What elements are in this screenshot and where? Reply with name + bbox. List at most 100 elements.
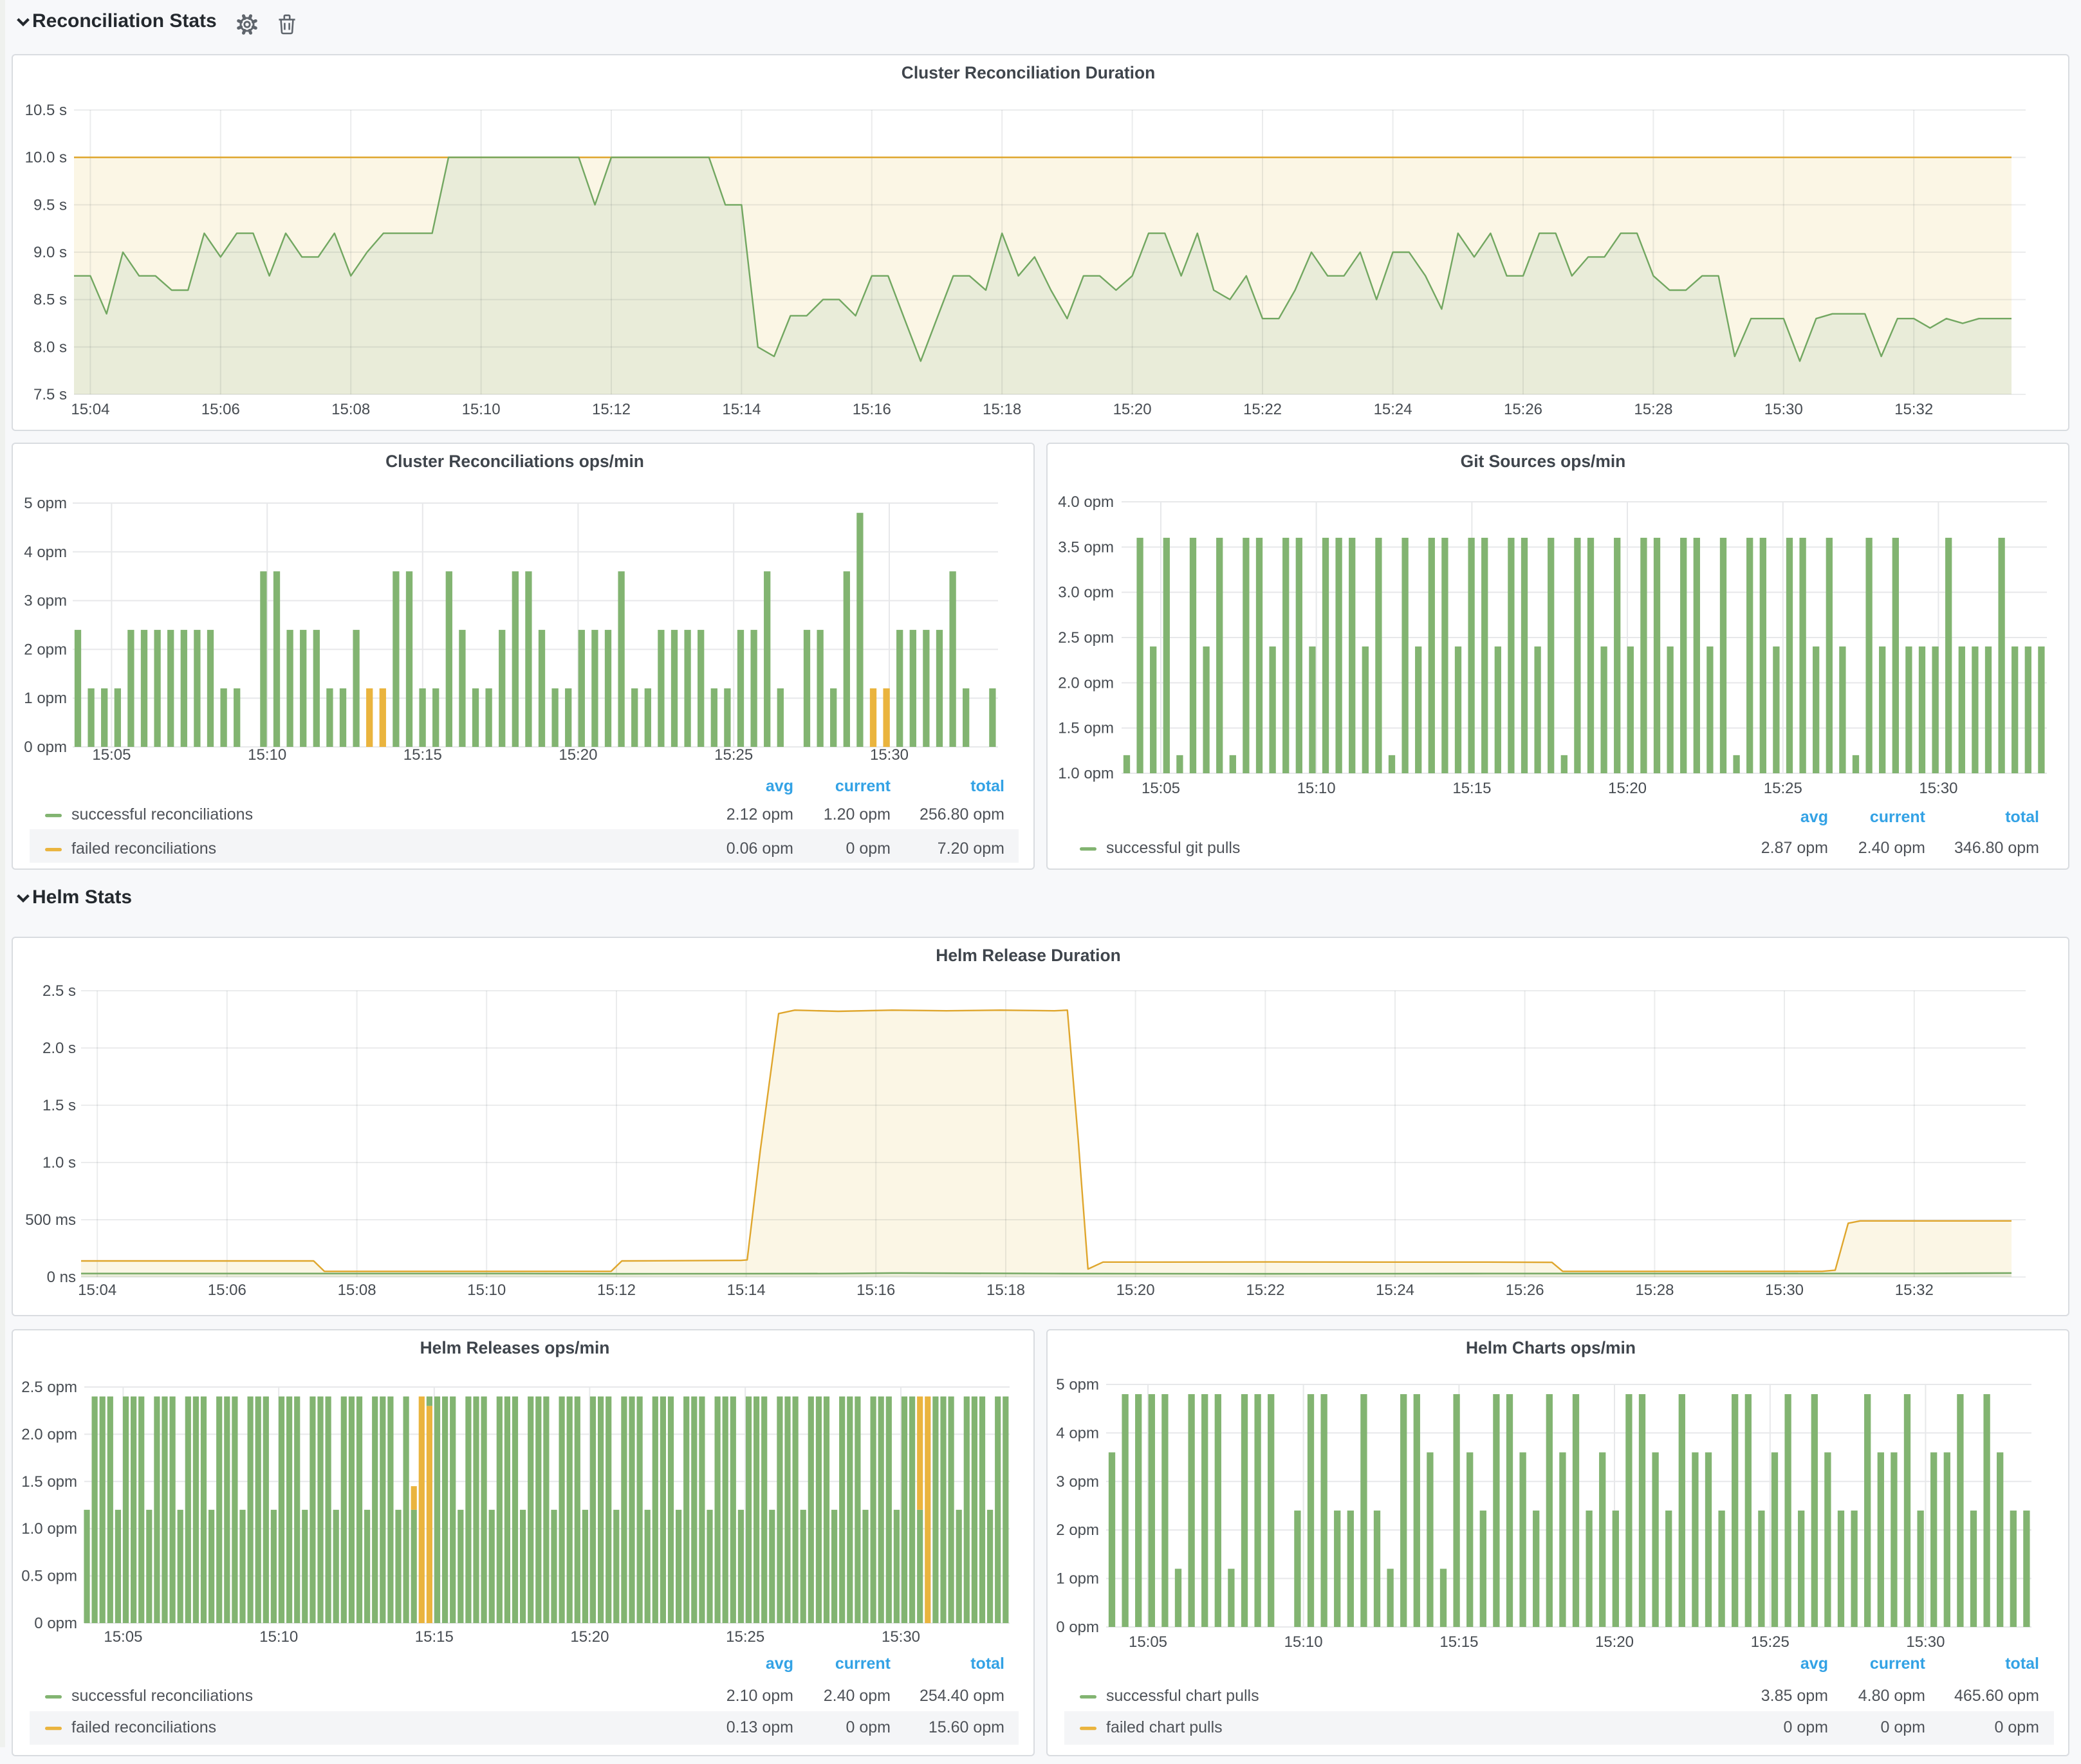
svg-text:2.5 opm: 2.5 opm xyxy=(21,1378,77,1395)
svg-text:15:28: 15:28 xyxy=(1634,400,1672,418)
svg-text:15:30: 15:30 xyxy=(1919,779,1957,796)
svg-text:2.0 opm: 2.0 opm xyxy=(1058,674,1114,691)
svg-text:15:22: 15:22 xyxy=(1243,400,1282,418)
svg-text:15:20: 15:20 xyxy=(559,746,597,763)
svg-text:465.60 opm: 465.60 opm xyxy=(1954,1686,2039,1704)
svg-text:1 opm: 1 opm xyxy=(1056,1570,1099,1587)
svg-text:7.5 s: 7.5 s xyxy=(33,385,67,403)
svg-text:successful reconciliations: successful reconciliations xyxy=(71,1686,253,1704)
svg-text:15:24: 15:24 xyxy=(1376,1281,1414,1298)
svg-text:7.20 opm: 7.20 opm xyxy=(938,839,1004,857)
svg-text:0 opm: 0 opm xyxy=(34,1614,77,1631)
svg-text:15:30: 15:30 xyxy=(1906,1633,1945,1650)
svg-text:1.0 opm: 1.0 opm xyxy=(1058,764,1114,782)
svg-text:2.87 opm: 2.87 opm xyxy=(1761,838,1828,856)
svg-text:total: total xyxy=(970,1654,1004,1672)
svg-text:Helm Release Duration: Helm Release Duration xyxy=(936,945,1120,964)
svg-text:0.13 opm: 0.13 opm xyxy=(726,1718,793,1736)
svg-text:2 opm: 2 opm xyxy=(1056,1521,1099,1538)
svg-text:current: current xyxy=(835,776,891,795)
svg-text:2.0 s: 2.0 s xyxy=(42,1039,76,1056)
svg-text:15:15: 15:15 xyxy=(415,1628,454,1645)
svg-text:failed chart pulls: failed chart pulls xyxy=(1106,1718,1223,1736)
svg-text:15:30: 15:30 xyxy=(882,1628,920,1645)
svg-text:346.80 opm: 346.80 opm xyxy=(1954,838,2039,856)
svg-text:Cluster Reconciliation Duratio: Cluster Reconciliation Duration xyxy=(902,62,1155,82)
svg-text:Helm Charts ops/min: Helm Charts ops/min xyxy=(1466,1337,1636,1357)
svg-text:1.0 opm: 1.0 opm xyxy=(21,1520,77,1537)
svg-text:1.0 s: 1.0 s xyxy=(42,1153,76,1171)
svg-text:15:04: 15:04 xyxy=(78,1281,116,1298)
svg-text:15:05: 15:05 xyxy=(92,746,131,763)
svg-text:Cluster Reconciliations ops/mi: Cluster Reconciliations ops/min xyxy=(385,451,644,470)
svg-text:2.12 opm: 2.12 opm xyxy=(726,805,793,823)
svg-text:successful chart pulls: successful chart pulls xyxy=(1106,1686,1259,1704)
svg-text:15:10: 15:10 xyxy=(467,1281,506,1298)
svg-text:avg: avg xyxy=(1800,1654,1828,1672)
svg-text:1.5 opm: 1.5 opm xyxy=(1058,719,1114,737)
svg-text:1 opm: 1 opm xyxy=(24,689,67,706)
svg-text:15:06: 15:06 xyxy=(208,1281,246,1298)
svg-text:current: current xyxy=(835,1654,891,1672)
svg-text:0 ns: 0 ns xyxy=(47,1268,76,1285)
svg-text:15:18: 15:18 xyxy=(983,400,1021,418)
svg-text:15:05: 15:05 xyxy=(1129,1633,1167,1650)
svg-text:successful git pulls: successful git pulls xyxy=(1106,838,1240,856)
svg-text:15:10: 15:10 xyxy=(462,400,501,418)
svg-text:0 opm: 0 opm xyxy=(24,738,67,755)
svg-text:0 opm: 0 opm xyxy=(1995,1718,2039,1736)
svg-text:2.0 opm: 2.0 opm xyxy=(21,1425,77,1442)
svg-text:15:28: 15:28 xyxy=(1635,1281,1674,1298)
svg-text:15:16: 15:16 xyxy=(853,400,891,418)
svg-text:15:25: 15:25 xyxy=(1764,779,1802,796)
svg-text:15:12: 15:12 xyxy=(597,1281,636,1298)
svg-text:2.5 s: 2.5 s xyxy=(42,982,76,999)
svg-text:10.0 s: 10.0 s xyxy=(25,149,67,166)
svg-text:15:20: 15:20 xyxy=(1595,1633,1634,1650)
svg-text:0 opm: 0 opm xyxy=(1881,1718,1925,1736)
svg-text:4 opm: 4 opm xyxy=(24,543,67,560)
svg-text:0 opm: 0 opm xyxy=(846,1718,891,1736)
svg-text:successful reconciliations: successful reconciliations xyxy=(71,805,253,823)
svg-text:total: total xyxy=(970,776,1004,795)
svg-text:3 opm: 3 opm xyxy=(1056,1473,1099,1490)
svg-text:15:30: 15:30 xyxy=(1764,400,1803,418)
svg-text:0.06 opm: 0.06 opm xyxy=(726,839,793,857)
svg-text:3.85 opm: 3.85 opm xyxy=(1761,1686,1828,1704)
svg-text:4.80 opm: 4.80 opm xyxy=(1858,1686,1925,1704)
svg-text:8.0 s: 8.0 s xyxy=(33,338,67,355)
svg-text:5 opm: 5 opm xyxy=(1056,1375,1099,1393)
svg-text:15:22: 15:22 xyxy=(1246,1281,1284,1298)
svg-text:254.40 opm: 254.40 opm xyxy=(920,1686,1004,1704)
svg-text:8.5 s: 8.5 s xyxy=(33,291,67,308)
svg-text:15:32: 15:32 xyxy=(1895,1281,1934,1298)
svg-text:3.0 opm: 3.0 opm xyxy=(1058,583,1114,601)
svg-text:1.5 opm: 1.5 opm xyxy=(21,1473,77,1490)
svg-text:9.5 s: 9.5 s xyxy=(33,196,67,213)
svg-text:2.40 opm: 2.40 opm xyxy=(824,1686,891,1704)
svg-text:15:05: 15:05 xyxy=(1142,779,1180,796)
svg-text:15:20: 15:20 xyxy=(1116,1281,1155,1298)
svg-text:15.60 opm: 15.60 opm xyxy=(929,1718,1004,1736)
svg-text:500 ms: 500 ms xyxy=(25,1211,76,1228)
svg-text:15:30: 15:30 xyxy=(870,746,909,763)
svg-text:15:16: 15:16 xyxy=(856,1281,895,1298)
svg-text:15:25: 15:25 xyxy=(1751,1633,1790,1650)
svg-text:Git Sources ops/min: Git Sources ops/min xyxy=(1461,451,1626,470)
svg-text:2 opm: 2 opm xyxy=(24,640,67,657)
svg-text:total: total xyxy=(2005,1654,2039,1672)
svg-text:15:10: 15:10 xyxy=(259,1628,298,1645)
svg-text:15:26: 15:26 xyxy=(1504,400,1542,418)
svg-text:Helm Releases ops/min: Helm Releases ops/min xyxy=(420,1337,610,1357)
svg-text:0.5 opm: 0.5 opm xyxy=(21,1567,77,1585)
svg-text:3.5 opm: 3.5 opm xyxy=(1058,538,1114,555)
svg-text:failed reconciliations: failed reconciliations xyxy=(71,839,216,857)
svg-text:4.0 opm: 4.0 opm xyxy=(1058,493,1114,510)
svg-text:15:18: 15:18 xyxy=(986,1281,1025,1298)
svg-text:256.80 opm: 256.80 opm xyxy=(920,805,1004,823)
svg-text:15:05: 15:05 xyxy=(104,1628,142,1645)
svg-text:15:20: 15:20 xyxy=(570,1628,609,1645)
svg-text:15:10: 15:10 xyxy=(248,746,286,763)
svg-text:15:14: 15:14 xyxy=(722,400,761,418)
svg-text:5 opm: 5 opm xyxy=(24,494,67,511)
